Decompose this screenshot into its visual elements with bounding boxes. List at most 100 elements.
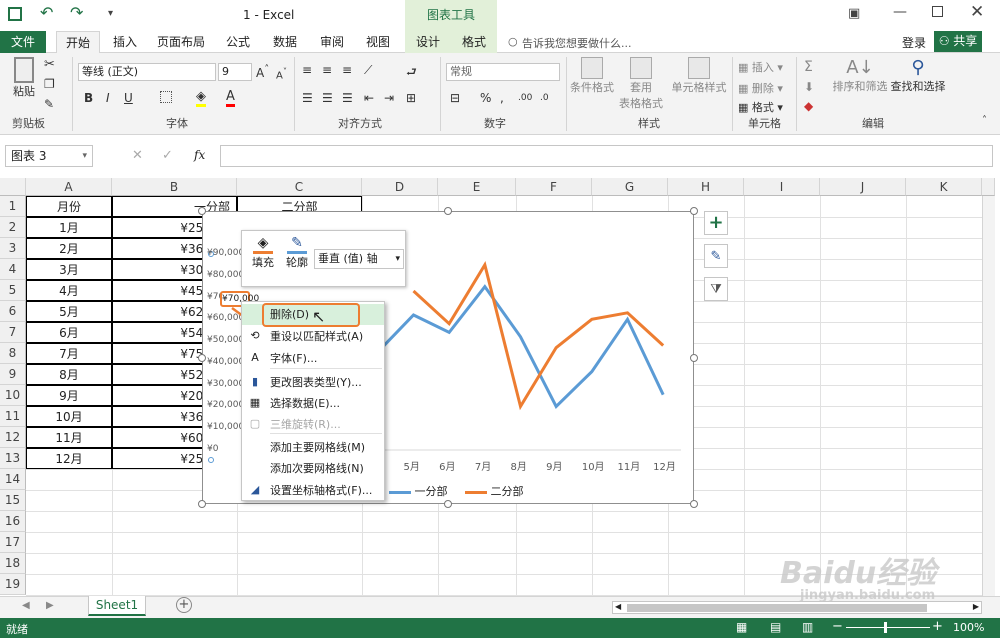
- bold-button[interactable]: B: [84, 91, 93, 105]
- format-painter-icon[interactable]: ✎: [44, 97, 54, 111]
- row-header[interactable]: 16: [0, 511, 26, 532]
- conditional-format-button[interactable]: 条件格式: [570, 57, 614, 95]
- tab-insert[interactable]: 插入: [106, 31, 144, 53]
- zoom-out-icon[interactable]: −: [832, 619, 843, 634]
- page-break-view-icon[interactable]: ▥: [802, 620, 813, 634]
- collapse-ribbon-icon[interactable]: ˄: [982, 115, 987, 126]
- wrap-text-icon[interactable]: ⮐: [406, 63, 417, 84]
- next-sheet-icon[interactable]: ▶: [46, 600, 54, 611]
- column-header[interactable]: I: [744, 178, 820, 196]
- paste-button[interactable]: 粘贴: [8, 57, 40, 99]
- ribbon-display-icon[interactable]: ▣: [848, 6, 860, 21]
- column-header[interactable]: H: [668, 178, 744, 196]
- tab-design[interactable]: 设计: [405, 31, 451, 53]
- table-cell[interactable]: 9月: [26, 385, 112, 406]
- undo-icon[interactable]: ↶: [40, 3, 53, 22]
- column-header[interactable]: D: [362, 178, 438, 196]
- resize-handle-mr[interactable]: [690, 354, 698, 362]
- name-box[interactable]: 图表 3 ▾: [5, 145, 93, 167]
- tab-formulas[interactable]: 公式: [220, 31, 256, 53]
- percent-icon[interactable]: %: [480, 91, 491, 105]
- resize-handle-br[interactable]: [690, 500, 698, 508]
- resize-handle-bl[interactable]: [198, 500, 206, 508]
- row-header[interactable]: 18: [0, 553, 26, 574]
- tab-home[interactable]: 开始: [56, 31, 100, 53]
- table-cell[interactable]: 7月: [26, 343, 112, 364]
- align-right-icon[interactable]: ☰: [342, 91, 353, 105]
- table-cell[interactable]: 1月: [26, 217, 112, 238]
- cell-styles-button[interactable]: 单元格样式: [670, 57, 728, 95]
- minimize-icon[interactable]: —: [893, 4, 907, 20]
- row-header[interactable]: 4: [0, 259, 26, 280]
- column-header[interactable]: K: [906, 178, 982, 196]
- table-cell[interactable]: 2月: [26, 238, 112, 259]
- menu-item[interactable]: ▦ 选择数据(E)...: [242, 393, 384, 414]
- table-cell[interactable]: 8月: [26, 364, 112, 385]
- table-cell[interactable]: 3月: [26, 259, 112, 280]
- font-size-combo[interactable]: 9: [218, 63, 252, 81]
- maximize-icon[interactable]: [932, 6, 943, 17]
- comma-icon[interactable]: ,: [500, 91, 504, 105]
- vertical-scrollbar[interactable]: [982, 196, 995, 596]
- border-icon[interactable]: [160, 91, 172, 103]
- row-header[interactable]: 8: [0, 343, 26, 364]
- table-cell[interactable]: 12月: [26, 448, 112, 469]
- tell-me-input[interactable]: 告诉我您想要做什么...: [522, 35, 632, 51]
- row-header[interactable]: 2: [0, 217, 26, 238]
- series-line-2[interactable]: [412, 261, 665, 411]
- autosum-icon[interactable]: Σ: [804, 59, 813, 75]
- align-left-icon[interactable]: ☰: [302, 91, 313, 105]
- currency-icon[interactable]: ⊟: [450, 91, 460, 105]
- redo-icon[interactable]: ↷: [70, 3, 83, 22]
- scroll-thumb[interactable]: [627, 604, 927, 612]
- fill-icon[interactable]: ⬇: [804, 80, 814, 94]
- close-icon[interactable]: ✕: [970, 2, 984, 22]
- add-sheet-icon[interactable]: +: [176, 597, 192, 613]
- increase-indent-icon[interactable]: ⇥: [384, 91, 394, 105]
- find-select-button[interactable]: ⚲ 查找和选择: [890, 57, 946, 94]
- select-all-corner[interactable]: [0, 178, 26, 196]
- save-icon[interactable]: [8, 7, 22, 21]
- tab-review[interactable]: 审阅: [314, 31, 350, 53]
- resize-handle-bc[interactable]: [444, 500, 452, 508]
- row-header[interactable]: 9: [0, 364, 26, 385]
- enter-icon[interactable]: ✓: [162, 148, 173, 163]
- column-header[interactable]: E: [438, 178, 516, 196]
- column-header[interactable]: B: [112, 178, 237, 196]
- row-header[interactable]: 13: [0, 448, 26, 469]
- menu-item[interactable]: ▮ 更改图表类型(Y)...: [242, 372, 384, 393]
- row-header[interactable]: 5: [0, 280, 26, 301]
- chart-element-select[interactable]: 垂直 (值) 轴 ▾: [314, 249, 404, 269]
- resize-handle-tc[interactable]: [444, 207, 452, 215]
- table-cell[interactable]: 4月: [26, 280, 112, 301]
- format-as-table-button[interactable]: 套用 表格格式: [616, 57, 666, 111]
- tab-page-layout[interactable]: 页面布局: [152, 31, 210, 53]
- menu-item[interactable]: A 字体(F)...: [242, 348, 384, 369]
- row-header[interactable]: 12: [0, 427, 26, 448]
- table-cell[interactable]: 6月: [26, 322, 112, 343]
- login-link[interactable]: 登录: [902, 34, 926, 51]
- fill-button[interactable]: ◈ 填充: [248, 235, 278, 270]
- orientation-icon[interactable]: ⟋: [364, 63, 372, 78]
- outline-button[interactable]: ✎ 轮廓: [282, 235, 312, 270]
- row-header[interactable]: 6: [0, 301, 26, 322]
- table-cell[interactable]: 11月: [26, 427, 112, 448]
- scroll-left-icon[interactable]: ◀: [615, 602, 621, 611]
- italic-button[interactable]: I: [106, 91, 110, 105]
- row-header[interactable]: 14: [0, 469, 26, 490]
- sort-filter-button[interactable]: A↓ 排序和筛选: [830, 57, 890, 94]
- scroll-right-icon[interactable]: ▶: [973, 602, 979, 611]
- column-header[interactable]: C: [237, 178, 362, 196]
- zoom-in-icon[interactable]: +: [932, 619, 943, 634]
- format-cells-button[interactable]: ▦ 格式 ▾: [738, 99, 783, 115]
- axis-selection-handle[interactable]: [208, 457, 214, 463]
- prev-sheet-icon[interactable]: ◀: [22, 600, 30, 611]
- chart-elements-button[interactable]: +: [704, 211, 728, 235]
- row-header[interactable]: 11: [0, 406, 26, 427]
- sheet-tab-sheet1[interactable]: Sheet1: [88, 596, 146, 616]
- align-top-icon[interactable]: ≡: [302, 63, 312, 77]
- shrink-font-icon[interactable]: A˅: [276, 66, 287, 81]
- chart-filters-button[interactable]: ⧩: [704, 277, 728, 301]
- column-header[interactable]: A: [26, 178, 112, 196]
- tab-view[interactable]: 视图: [360, 31, 396, 53]
